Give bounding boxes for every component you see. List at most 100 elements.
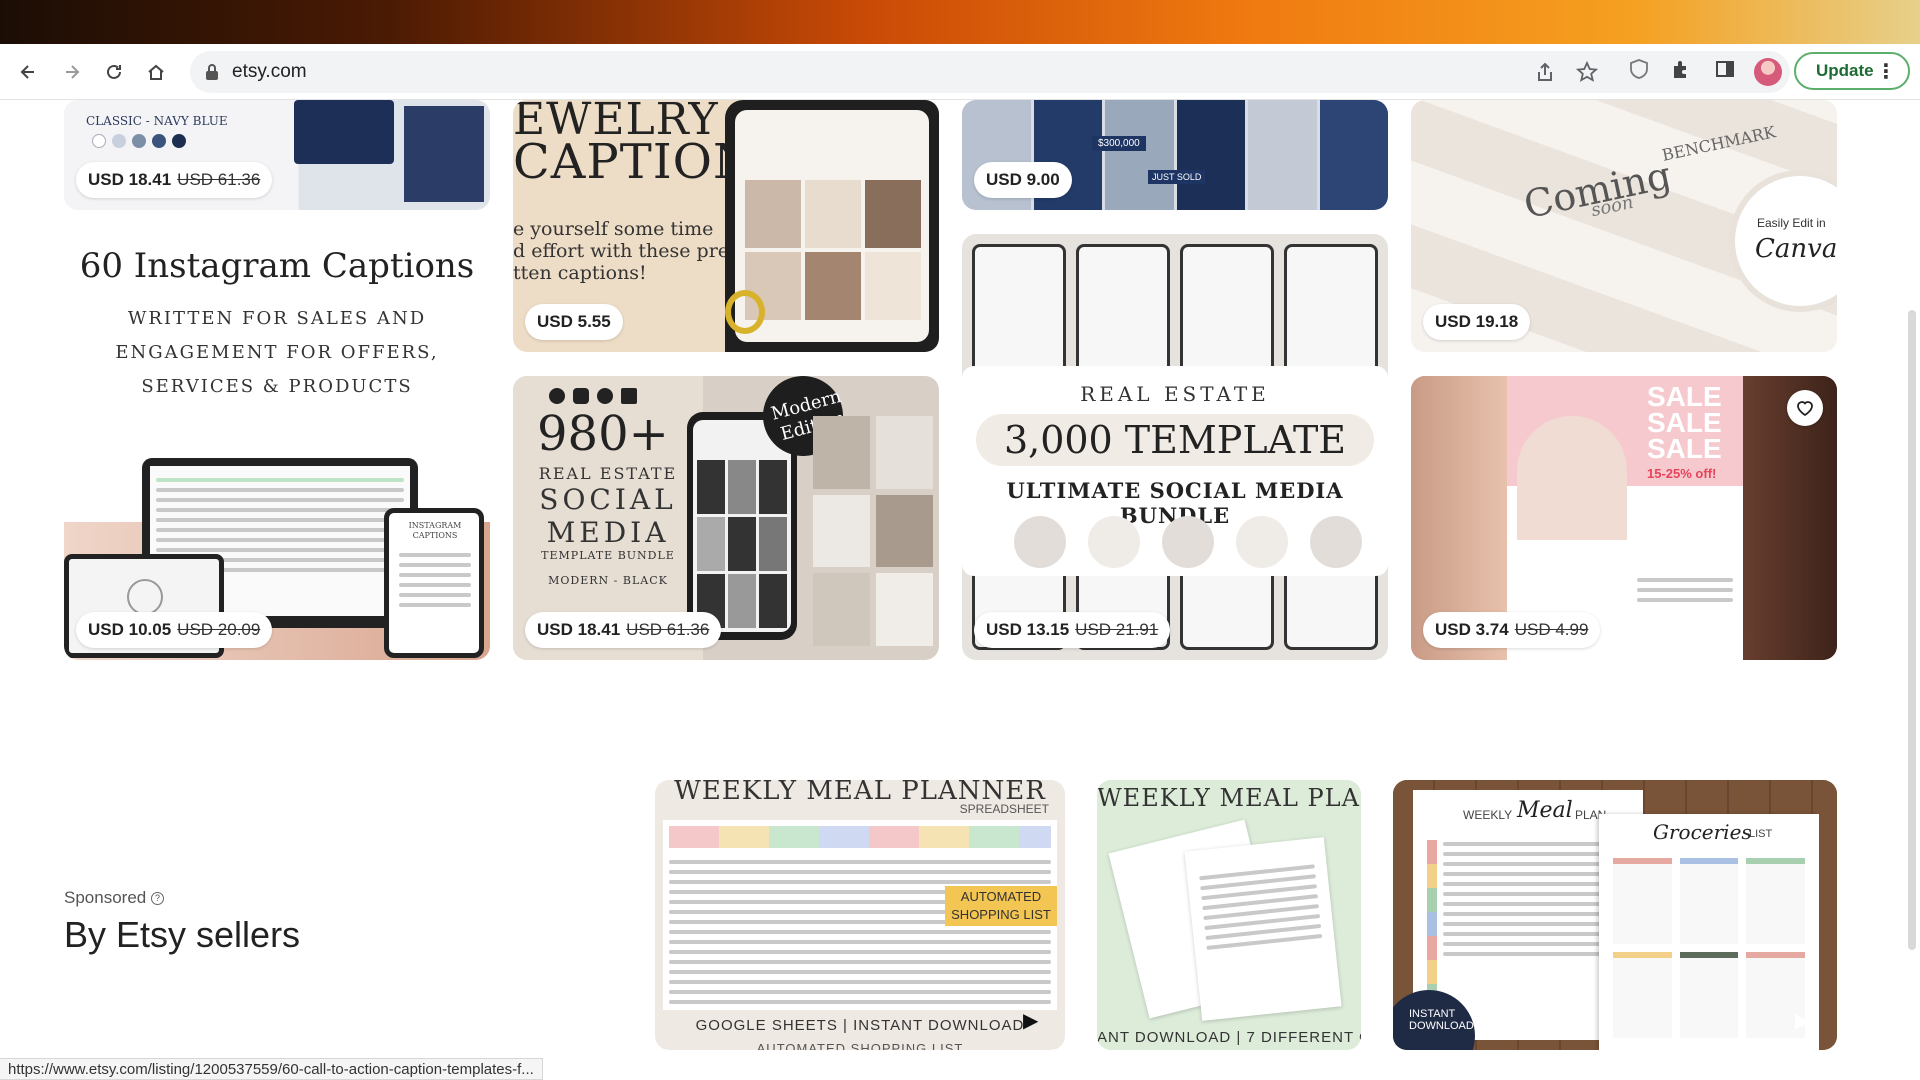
- badge-line-2: Canva: [1755, 234, 1837, 264]
- automated-tag: AUTOMATED SHOPPING LIST: [945, 886, 1057, 926]
- instagram-icon: [573, 388, 589, 404]
- listing-card-coming-soon[interactable]: Coming soon BENCHMARK Easily Edit in Can…: [1411, 100, 1837, 352]
- price-original: USD 61.36: [177, 170, 261, 189]
- price-tag: USD 13.15 USD 21.91: [974, 612, 1171, 648]
- listing-card-3000-template[interactable]: REAL ESTATE 3,000 TEMPLATE ULTIMATE SOCI…: [962, 234, 1388, 660]
- sheet-title-2: Meal: [1517, 798, 1573, 823]
- price-original: USD 4.99: [1514, 620, 1589, 639]
- card-title: 60 Instagram Captions: [79, 246, 475, 286]
- card-footer-2: AUTOMATED SHOPPING LIST: [756, 1041, 964, 1050]
- profile-avatar[interactable]: [1754, 58, 1782, 86]
- price-current: USD 3.74: [1435, 620, 1509, 639]
- listing-card-navy[interactable]: CLASSIC - NAVY BLUE USD 18.41 USD 61.36: [64, 100, 490, 210]
- card-footer: ANT DOWNLOAD | 7 DIFFERENT COL: [1097, 1029, 1361, 1046]
- bundle-line-1: REAL ESTATE: [538, 464, 678, 483]
- facebook-icon: [549, 388, 565, 404]
- sponsored-card-meal-plan-groceries[interactable]: WEEKLY Meal PLAN Groceries LIST INSTANT …: [1393, 780, 1837, 1050]
- twitter-icon: [597, 388, 613, 404]
- circle-icon: [1310, 516, 1362, 568]
- section-title: By Etsy sellers: [64, 914, 301, 955]
- card-footer: GOOGLE SHEETS | INSTANT DOWNLOAD: [695, 1017, 1025, 1034]
- chip-price: $300,000: [1092, 136, 1146, 151]
- circle-icon: [1162, 516, 1214, 568]
- bundle-line-5: MODERN - BLACK: [548, 574, 668, 587]
- price-tag: USD 18.41 USD 61.36: [76, 162, 273, 198]
- price-current: USD 9.00: [986, 170, 1060, 189]
- listing-card-980-bundle[interactable]: 980+ REAL ESTATE SOCIAL MEDIA TEMPLATE B…: [513, 376, 939, 660]
- sale-line: SALE: [1647, 433, 1722, 464]
- price-current: USD 19.18: [1435, 312, 1519, 331]
- menu-dots-icon[interactable]: ⋮: [1876, 59, 1896, 84]
- sponsored-card-meal-planner-sheet[interactable]: WEEKLY MEAL PLANNER SPREADSHEET AUTOMATE…: [655, 780, 1065, 1050]
- grocery-subtitle: LIST: [1749, 828, 1773, 840]
- favorite-button[interactable]: [1787, 390, 1823, 426]
- planner-sheet: [1184, 837, 1342, 1021]
- extensions-puzzle-icon[interactable]: [1670, 58, 1692, 80]
- price-tag: USD 19.18: [1423, 304, 1531, 340]
- phone-heading: INSTAGRAM: [408, 521, 462, 530]
- price-original: USD 21.91: [1075, 620, 1159, 639]
- phone-subheading: CAPTIONS: [412, 531, 458, 540]
- tagline-line-3: tten captions!: [513, 262, 647, 284]
- earring-image: [725, 290, 765, 334]
- price-current: USD 10.05: [88, 620, 172, 639]
- share-icon[interactable]: [1534, 61, 1556, 83]
- reload-icon[interactable]: [100, 58, 128, 86]
- subtitle-line-1: WRITTEN FOR SALES AND: [127, 308, 427, 329]
- subtitle-line-3: SERVICES & PRODUCTS: [141, 376, 413, 397]
- side-panel-icon[interactable]: [1714, 58, 1736, 80]
- listing-card-beauty-sale[interactable]: SALE SALE SALE 15-25% off! USD 3.74 USD …: [1411, 376, 1837, 660]
- card-tagline: e yourself some time d effort with these…: [513, 218, 735, 284]
- price-tag: USD 3.74 USD 4.99: [1423, 612, 1601, 648]
- tag-line-1: AUTOMATED: [960, 889, 1042, 904]
- price-current: USD 18.41: [537, 620, 621, 639]
- update-button[interactable]: Update ⋮: [1794, 52, 1910, 90]
- bundle-line-3: MEDIA: [546, 516, 670, 549]
- info-icon[interactable]: ?: [150, 892, 164, 906]
- phone-mockup: INSTAGRAM CAPTIONS: [384, 508, 484, 658]
- lock-icon: [206, 64, 218, 80]
- card-title: WEEKLY MEAL PLANNER: [1097, 784, 1361, 812]
- sponsored-label[interactable]: Sponsored ?: [64, 888, 164, 908]
- bundle-text: REAL ESTATE SOCIAL MEDIA TEMPLATE BUNDLE…: [513, 464, 703, 587]
- play-icon[interactable]: ▶: [1023, 1008, 1051, 1036]
- sale-text: SALE SALE SALE: [1647, 383, 1722, 464]
- tagline-line-1: e yourself some time: [513, 218, 714, 240]
- home-icon[interactable]: [142, 58, 170, 86]
- price-tag: USD 10.05 USD 20.09: [76, 612, 273, 648]
- heart-icon: [1797, 401, 1813, 417]
- navy-tile: [404, 106, 484, 202]
- panel-main-text: 3,000 TEMPLATE: [1003, 418, 1347, 462]
- update-label: Update: [1816, 61, 1874, 80]
- circle-icon: [1014, 516, 1066, 568]
- listing-card-jewelry-captions[interactable]: EWELRY CAPTIONS e yourself some time d e…: [513, 100, 939, 352]
- chip-sold: JUST SOLD: [1148, 170, 1206, 184]
- card-subtitle: WRITTEN FOR SALES AND ENGAGEMENT FOR OFF…: [64, 302, 490, 404]
- address-bar[interactable]: etsy.com: [190, 51, 1790, 93]
- listing-card-instagram-captions[interactable]: 60 Instagram Captions WRITTEN FOR SALES …: [64, 232, 490, 660]
- sheet-title-1: WEEKLY: [1463, 808, 1513, 822]
- price-original: USD 20.09: [177, 620, 261, 639]
- browser-toolbar: etsy.com Update ⋮: [0, 44, 1920, 100]
- listing-card-realestate-navy[interactable]: $300,000 JUST SOLD USD 9.00: [962, 100, 1388, 210]
- bookmark-star-icon[interactable]: [1576, 61, 1598, 83]
- linkedin-icon: [621, 388, 637, 404]
- social-icons: [549, 388, 637, 404]
- forward-icon[interactable]: [58, 58, 86, 86]
- price-current: USD 5.55: [537, 312, 611, 331]
- circle-icon: [1236, 516, 1288, 568]
- url-text[interactable]: etsy.com: [232, 61, 307, 83]
- price-tag: USD 5.55: [525, 304, 623, 340]
- bundle-line-4: TEMPLATE BUNDLE: [541, 549, 675, 562]
- shield-extension-icon[interactable]: [1628, 58, 1650, 80]
- page-scrollbar[interactable]: [1908, 310, 1916, 950]
- face-photo-right: [1737, 376, 1837, 660]
- price-original: USD 61.36: [626, 620, 710, 639]
- sponsored-card-meal-planner-printable[interactable]: WEEKLY MEAL PLANNER ANT DOWNLOAD | 7 DIF…: [1097, 780, 1361, 1050]
- back-icon[interactable]: [14, 58, 42, 86]
- price-tag: USD 9.00: [974, 162, 1072, 198]
- circle-icon: [1088, 516, 1140, 568]
- bundle-line-2: SOCIAL: [539, 483, 677, 516]
- card-subtitle: SPREADSHEET: [959, 802, 1049, 816]
- play-icon[interactable]: ▶: [1795, 1008, 1823, 1036]
